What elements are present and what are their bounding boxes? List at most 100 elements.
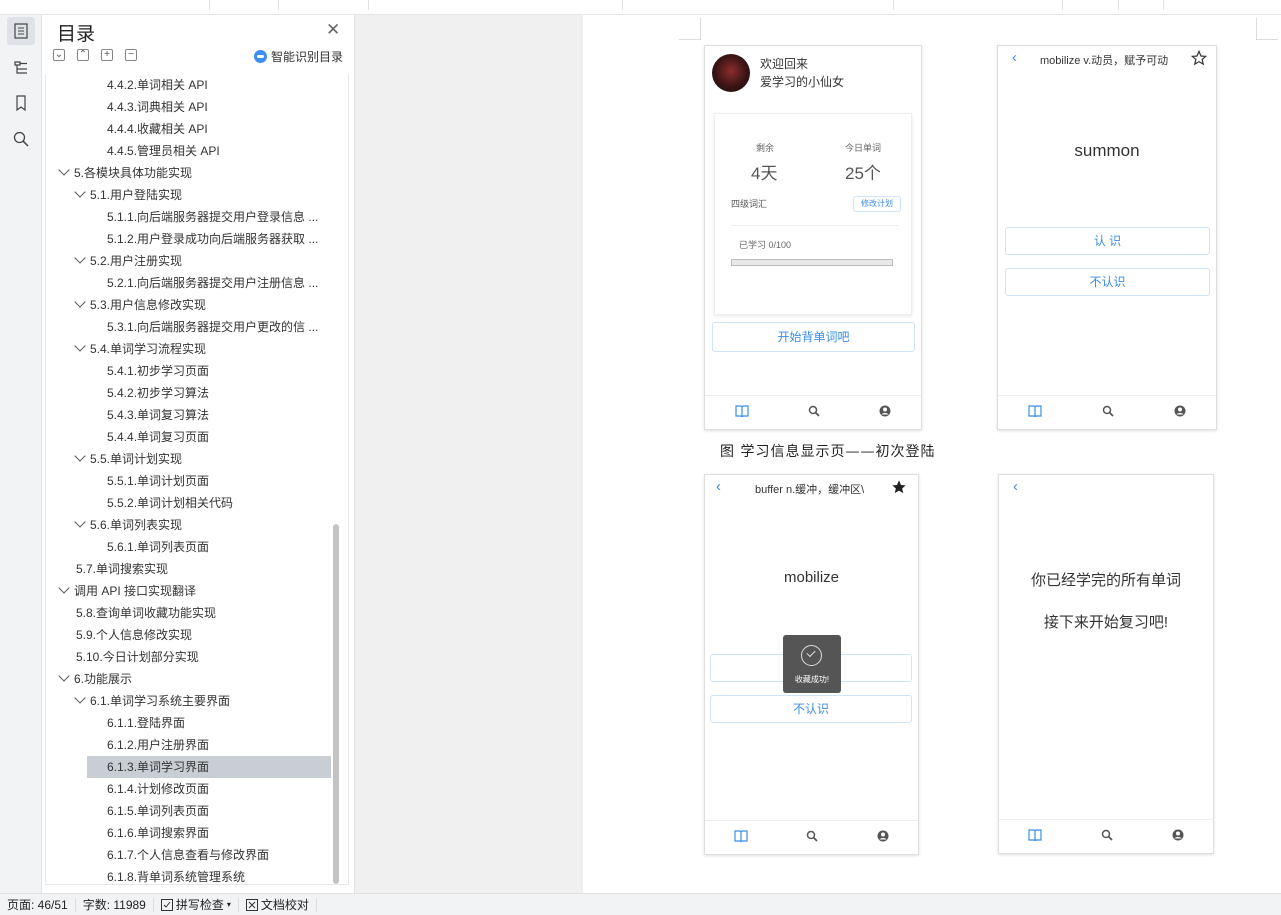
chevron-down-icon[interactable] (58, 164, 70, 176)
know-button[interactable]: 认 识 (1005, 227, 1210, 255)
toc-item-label: 5.5.单词计划实现 (90, 452, 183, 466)
toc-item-label: 5.3.用户信息修改实现 (90, 298, 207, 312)
toc-item[interactable]: 5.4.2.初步学习算法 (107, 382, 209, 404)
search-icon[interactable] (1102, 404, 1114, 422)
toc-item[interactable]: 4.4.5.管理员相关 API (107, 140, 220, 162)
spell-check-button[interactable]: 拼写检查 ▾ (154, 897, 239, 912)
back-icon[interactable]: ‹ (1012, 49, 1017, 66)
collapse-all-icon[interactable]: ⌄ (53, 49, 65, 61)
toc-item-label: 4.4.3.词典相关 API (107, 100, 208, 114)
navigation-pane-icon[interactable] (7, 53, 35, 81)
search-icon[interactable] (7, 125, 35, 153)
progress-bar (731, 259, 893, 266)
toc-item-label: 5.2.1.向后端服务器提交用户注册信息 ... (107, 276, 319, 290)
chevron-down-icon[interactable] (74, 186, 86, 198)
toc-item[interactable]: 6.功能展示 (58, 668, 132, 690)
search-icon[interactable] (1101, 828, 1113, 846)
toc-item-label: 调用 API 接口实现翻译 (74, 584, 197, 598)
toc-item[interactable]: 5.10.今日计划部分实现 (76, 646, 199, 668)
bottom-nav (705, 395, 921, 429)
chevron-down-icon: ▾ (226, 900, 231, 909)
toc-item[interactable]: 5.7.单词搜索实现 (76, 558, 168, 580)
toc-item[interactable]: 6.1.8.背单词系统管理系统 (107, 866, 245, 884)
toc-item[interactable]: 5.3.1.向后端服务器提交用户更改的信 ... (107, 316, 318, 338)
toc-item[interactable]: 6.1.5.单词列表页面 (107, 800, 209, 822)
toc-panel-icon[interactable] (7, 17, 35, 45)
page-indicator[interactable]: 页面: 46/51 (0, 897, 76, 912)
star-outline-icon[interactable] (1190, 49, 1208, 71)
toc-item[interactable]: 6.1.4.计划修改页面 (107, 778, 209, 800)
toc-item[interactable]: 5.3.用户信息修改实现 (74, 294, 207, 316)
toc-item-label: 5.7.单词搜索实现 (76, 562, 169, 576)
toc-item[interactable]: 5.5.2.单词计划相关代码 (107, 492, 233, 514)
toc-item[interactable]: 6.1.单词学习系统主要界面 (74, 690, 230, 712)
toc-scrollbar[interactable] (333, 524, 339, 884)
search-icon[interactable] (808, 404, 820, 422)
book-icon[interactable] (1028, 404, 1042, 422)
toc-item[interactable]: 5.4.单词学习流程实现 (74, 338, 206, 360)
start-study-button[interactable]: 开始背单词吧 (712, 322, 915, 352)
chevron-down-icon[interactable] (74, 450, 86, 462)
chevron-down-icon[interactable] (74, 296, 86, 308)
bookmark-icon[interactable] (7, 89, 35, 117)
toc-item[interactable]: 6.1.1.登陆界面 (107, 712, 185, 734)
toc-item[interactable]: 5.1.用户登陆实现 (74, 184, 182, 206)
chevron-down-icon[interactable] (74, 516, 86, 528)
toc-item[interactable]: 5.5.1.单词计划页面 (107, 470, 209, 492)
smart-toc-button[interactable]: 智能识别目录 (254, 48, 343, 65)
add-icon[interactable]: + (101, 49, 113, 61)
toc-item[interactable]: 5.各模块具体功能实现 (58, 162, 192, 184)
toc-item[interactable]: 5.2.用户注册实现 (74, 250, 182, 272)
toc-item[interactable]: 4.4.2.单词相关 API (107, 74, 208, 96)
remain-value: 4天 (751, 164, 778, 183)
chevron-down-icon[interactable] (58, 670, 70, 682)
unknown-button[interactable]: 不认识 (710, 695, 912, 723)
toc-item[interactable]: 4.4.3.词典相关 API (107, 96, 208, 118)
chevron-down-icon[interactable] (74, 692, 86, 704)
unknown-button[interactable]: 不认识 (1005, 268, 1210, 296)
user-icon[interactable] (1172, 828, 1184, 846)
chevron-down-icon[interactable] (74, 252, 86, 264)
search-icon[interactable] (806, 829, 819, 847)
toc-item[interactable]: 6.1.7.个人信息查看与修改界面 (107, 844, 269, 866)
book-icon[interactable] (1028, 828, 1042, 846)
word-count[interactable]: 字数: 11989 (76, 897, 154, 912)
back-icon[interactable]: ‹ (716, 478, 721, 495)
toc-item[interactable]: 5.4.3.单词复习算法 (107, 404, 209, 426)
user-icon[interactable] (1174, 404, 1186, 422)
user-icon[interactable] (877, 829, 889, 847)
toc-item[interactable]: 6.1.6.单词搜索界面 (107, 822, 209, 844)
remove-icon[interactable]: − (125, 49, 137, 61)
toc-item[interactable]: 6.1.2.用户注册界面 (107, 734, 209, 756)
user-icon[interactable] (879, 404, 891, 422)
book-icon[interactable] (735, 404, 749, 422)
back-icon[interactable]: ‹ (1013, 478, 1018, 495)
proofread-button[interactable]: 文档校对 (239, 897, 317, 912)
modify-plan-button[interactable]: 修改计划 (853, 196, 901, 212)
toc-item[interactable]: 调用 API 接口实现翻译 (58, 580, 197, 602)
book-icon[interactable] (734, 829, 748, 847)
username: 爱学习的小仙女 (760, 75, 845, 89)
star-filled-icon[interactable] (891, 479, 907, 500)
remain-label: 剩余 (756, 143, 775, 153)
toc-item[interactable]: 5.9.个人信息修改实现 (76, 624, 192, 646)
toc-item[interactable]: 5.5.单词计划实现 (74, 448, 183, 470)
toc-item[interactable]: 5.4.1.初步学习页面 (107, 360, 209, 382)
today-label: 今日单词 (845, 143, 882, 153)
toc-item[interactable]: 5.1.1.向后端服务器提交用户登录信息 ... (107, 206, 318, 228)
toc-item[interactable]: 4.4.4.收藏相关 API (107, 118, 208, 140)
toc-item[interactable]: 5.8.查询单词收藏功能实现 (76, 602, 216, 624)
toc-item[interactable]: 5.1.2.用户登录成功向后端服务器获取 ... (107, 228, 318, 250)
toc-item[interactable]: 5.6.1.单词列表页面 (107, 536, 209, 558)
toc-item[interactable]: 6.1.3.单词学习界面 (87, 756, 331, 778)
chevron-down-icon[interactable] (74, 340, 86, 352)
toc-item[interactable]: 5.4.4.单词复习页面 (107, 426, 209, 448)
toc-item[interactable]: 5.6.单词列表实现 (74, 514, 182, 536)
toc-item[interactable]: 5.2.1.向后端服务器提交用户注册信息 ... (107, 272, 318, 294)
bottom-nav (705, 820, 918, 854)
close-icon[interactable]: ✕ (326, 20, 340, 40)
welcome-text: 欢迎回来 (760, 57, 809, 71)
expand-up-icon[interactable]: ⌃ (77, 49, 89, 61)
toc-item-label: 5.4.4.单词复习页面 (107, 430, 210, 444)
chevron-down-icon[interactable] (58, 582, 70, 594)
